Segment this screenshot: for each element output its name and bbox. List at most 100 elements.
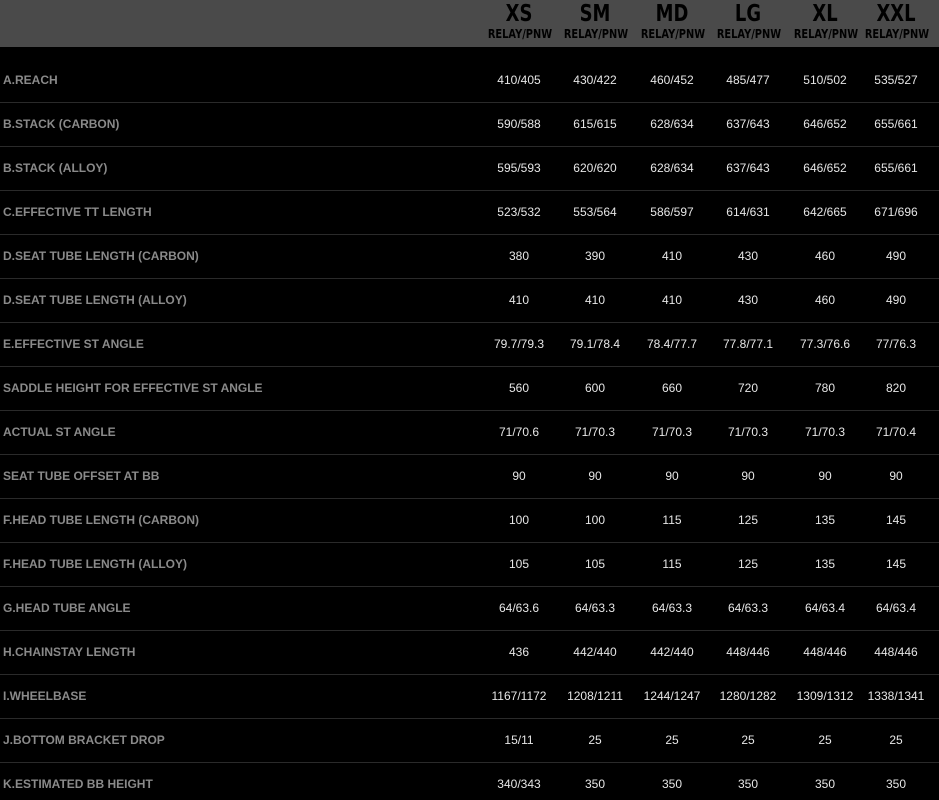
table-cell: 780 [814,381,836,395]
table-cell: 614/631 [726,205,770,219]
table-cell: 600 [584,381,606,395]
table-cell: 553/564 [573,205,617,219]
row-label: K.ESTIMATED BB HEIGHT [3,777,153,791]
table-cell: 642/665 [803,205,847,219]
table-cell: 77.3/76.6 [799,337,851,351]
row-label: SADDLE HEIGHT FOR EFFECTIVE ST ANGLE [3,381,263,395]
table-row: C.EFFECTIVE TT LENGTH 523/532 553/564 586/5… [0,191,939,235]
size-header-xxl: XXL RELAY/PNW [858,0,934,41]
table-cell: 25 [741,733,755,747]
table-row: SADDLE HEIGHT FOR EFFECTIVE ST ANGLE 560 6… [0,367,939,411]
table-cell: 115 [662,513,682,527]
table-cell: 25 [818,733,832,747]
table-cell: 390 [584,249,606,263]
table-cell: 135 [814,557,836,571]
table-cell: 350 [584,777,606,791]
table-cell: 442/440 [650,645,694,659]
table-cell: 720 [737,381,759,395]
table-row: SEAT TUBE OFFSET AT BB 90 90 90 90 90 90 [0,455,939,499]
table-cell: 637/643 [726,117,770,131]
table-row: E.EFFECTIVE ST ANGLE 79.7/79.3 79.1/78.4 78… [0,323,939,367]
size-header-sm: SM RELAY/PNW [557,0,633,41]
table-cell: 671/696 [874,205,918,219]
table-cell: 105 [508,557,530,571]
table-cell: 64/63.6 [498,601,540,615]
table-cell: 510/502 [803,73,847,87]
row-label: D.SEAT TUBE LENGTH (ALLOY) [3,293,187,307]
geometry-table-body: A.REACH 410/405 430/422 460/452 485/477 510/5… [0,59,939,800]
size-name: SM [579,1,611,27]
table-row: F.HEAD TUBE LENGTH (CARBON) 100 100 115 125 1… [0,499,939,543]
table-cell: 15/11 [504,733,534,747]
table-cell: 1338/1341 [867,689,925,703]
table-cell: 71/70.3 [804,425,846,439]
table-cell: 25 [588,733,602,747]
table-cell: 350 [814,777,836,791]
size-header-md: MD RELAY/PNW [634,0,710,41]
table-cell: 523/532 [497,205,541,219]
table-cell: 90 [889,469,903,483]
table-cell: 64/63.4 [804,601,846,615]
size-subtitle: RELAY/PNW [793,27,859,41]
size-header-xl: XL RELAY/PNW [787,0,863,41]
row-label: F.HEAD TUBE LENGTH (CARBON) [3,513,199,527]
size-name: XXL [876,1,916,27]
table-cell: 64/63.3 [574,601,616,615]
size-subtitle: RELAY/PNW [864,27,930,41]
size-name: MD [655,1,689,27]
table-cell: 71/70.3 [574,425,616,439]
table-cell: 125 [737,557,759,571]
table-cell: 340/343 [497,777,541,791]
table-cell: 25 [889,733,903,747]
table-cell: 90 [741,469,755,483]
table-cell: 535/527 [874,73,918,87]
table-cell: 145 [885,557,907,571]
row-label: ACTUAL ST ANGLE [3,425,116,439]
table-cell: 71/70.4 [875,425,917,439]
table-cell: 1244/1247 [643,689,701,703]
table-cell: 615/615 [573,117,617,131]
table-cell: 64/63.3 [727,601,769,615]
table-cell: 64/63.4 [875,601,917,615]
table-cell: 628/634 [650,117,694,131]
table-cell: 586/597 [650,205,694,219]
table-cell: 655/661 [874,161,918,175]
geometry-page: XS RELAY/PNW SM RELAY/PNW MD RELAY/PNW L… [0,0,939,800]
table-cell: 79.1/78.4 [569,337,621,351]
table-cell: 628/634 [650,161,694,175]
row-label: G.HEAD TUBE ANGLE [3,601,131,615]
size-header-bar: XS RELAY/PNW SM RELAY/PNW MD RELAY/PNW L… [0,0,939,47]
row-label: D.SEAT TUBE LENGTH (CARBON) [3,249,199,263]
row-label: B.STACK (ALLOY) [3,161,108,175]
table-cell: 77/76.3 [875,337,917,351]
table-cell: 115 [662,557,682,571]
table-cell: 410 [661,249,683,263]
table-cell: 430/422 [573,73,617,87]
table-cell: 350 [661,777,683,791]
row-label: E.EFFECTIVE ST ANGLE [3,337,144,351]
table-cell: 490 [885,293,907,307]
table-cell: 820 [885,381,907,395]
table-cell: 448/446 [874,645,918,659]
row-label: C.EFFECTIVE TT LENGTH [3,205,152,219]
size-name: XS [505,1,533,27]
row-label: F.HEAD TUBE LENGTH (ALLOY) [3,557,187,571]
table-cell: 90 [588,469,602,483]
table-cell: 460 [814,293,836,307]
row-label: SEAT TUBE OFFSET AT BB [3,469,160,483]
table-cell: 646/652 [803,161,847,175]
table-cell: 71/70.3 [727,425,769,439]
table-cell: 64/63.3 [651,601,693,615]
table-cell: 410 [508,293,530,307]
table-cell: 380 [508,249,530,263]
row-label: B.STACK (CARBON) [3,117,120,131]
table-cell: 78.4/77.7 [646,337,698,351]
table-cell: 79.7/79.3 [493,337,545,351]
table-cell: 1280/1282 [719,689,777,703]
table-cell: 25 [665,733,679,747]
table-cell: 100 [584,513,606,527]
table-cell: 595/593 [497,161,541,175]
table-cell: 1208/1211 [567,689,623,703]
table-row: I.WHEELBASE 1167/1172 1208/1211 1244/1247 12… [0,675,939,719]
table-cell: 1309/1312 [796,689,854,703]
